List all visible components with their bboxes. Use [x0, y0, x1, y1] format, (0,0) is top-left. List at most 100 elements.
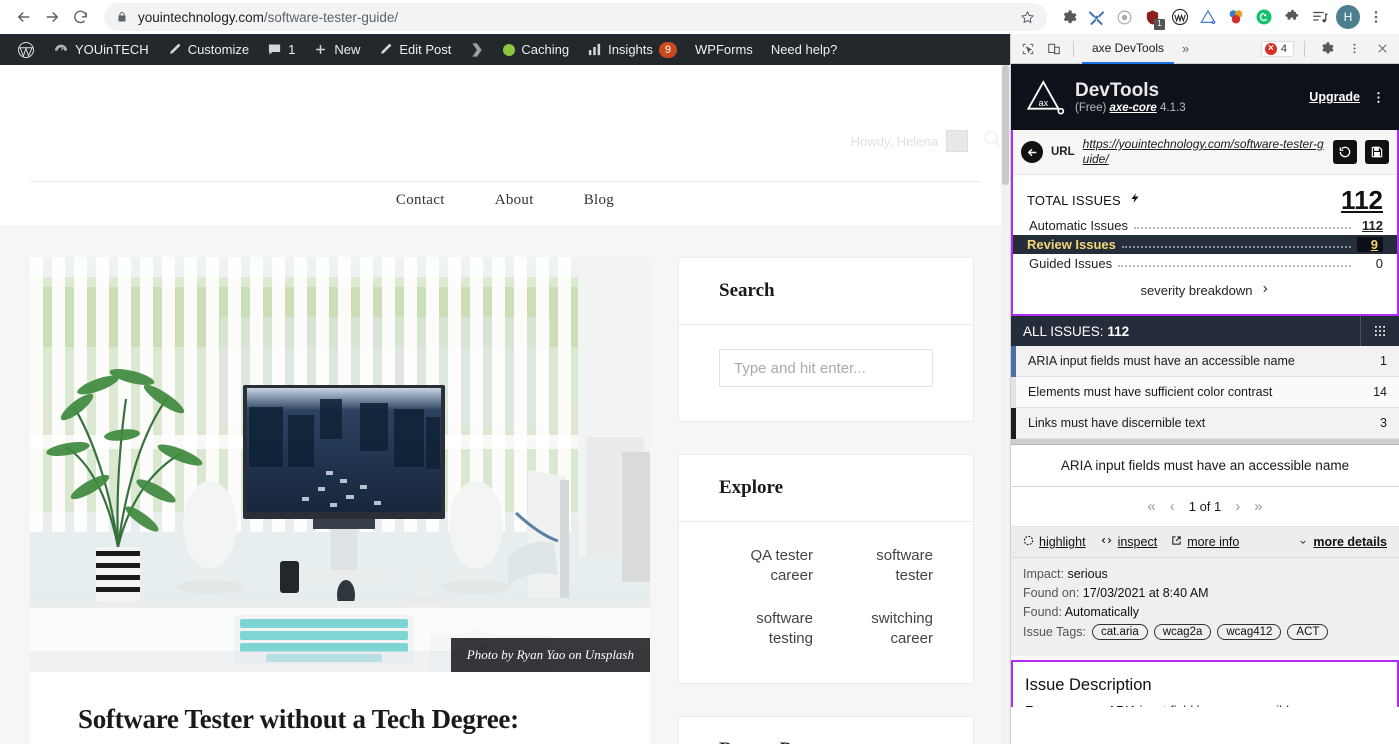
- issue-row[interactable]: Links must have discernible text 3: [1011, 407, 1399, 439]
- axe-core-version: 4.1.3: [1160, 102, 1186, 114]
- bookmark-star-icon[interactable]: [1012, 10, 1035, 25]
- scanned-url-link[interactable]: https://youintechnology.com/software-tes…: [1083, 137, 1325, 167]
- tab-axe-devtools[interactable]: axe DevTools: [1082, 34, 1175, 64]
- more-info-label: more info: [1187, 535, 1240, 549]
- toggle-device-toolbar-icon[interactable]: [1043, 38, 1065, 60]
- issue-row[interactable]: Elements must have sufficient color cont…: [1011, 376, 1399, 408]
- nav-item-blog[interactable]: Blog: [584, 192, 614, 209]
- address-bar[interactable]: youintechnology.com/software-tester-guid…: [104, 3, 1047, 31]
- issue-count: 14: [1373, 385, 1387, 399]
- nav-item-contact[interactable]: Contact: [396, 192, 445, 209]
- need-help-item[interactable]: Need help?: [762, 34, 847, 65]
- ublock-origin-extension-icon[interactable]: 1: [1139, 4, 1165, 30]
- more-details-button[interactable]: more details: [1298, 535, 1387, 549]
- more-details-label: more details: [1313, 535, 1387, 549]
- search-input[interactable]: [719, 349, 933, 387]
- gear-extension-icon[interactable]: [1055, 4, 1081, 30]
- need-help-label: Need help?: [770, 42, 838, 57]
- web-page-viewport: YOUinTECH Customize 1 New Edit Post Cach…: [0, 34, 1010, 744]
- grammarly-extension-icon[interactable]: [1251, 4, 1277, 30]
- axe-core-link[interactable]: axe-core: [1110, 102, 1157, 114]
- automatic-issues-row[interactable]: Automatic Issues 112: [1027, 216, 1383, 235]
- issue-tag[interactable]: ACT: [1287, 624, 1329, 640]
- devtools-kebab-menu-icon[interactable]: [1343, 38, 1365, 60]
- issue-metadata: Impact: serious Found on: 17/03/2021 at …: [1011, 558, 1399, 656]
- wpforms-item[interactable]: WPForms: [686, 34, 762, 65]
- back-icon[interactable]: [10, 3, 38, 31]
- code-icon: [1100, 535, 1113, 549]
- issue-tag[interactable]: cat.aria: [1092, 624, 1148, 640]
- chrome-menu-icon[interactable]: [1363, 4, 1389, 30]
- tag-link[interactable]: software testing: [719, 609, 813, 650]
- guided-issues-label: Guided Issues: [1029, 256, 1113, 271]
- reload-icon[interactable]: [66, 3, 94, 31]
- wp-logo-item[interactable]: [8, 34, 44, 65]
- page-scrollbar[interactable]: [1001, 65, 1010, 744]
- header-divider: [30, 181, 980, 182]
- issue-description-title: Issue Description: [1025, 676, 1152, 694]
- puzzle-extensions-icon[interactable]: [1279, 4, 1305, 30]
- highlight-button[interactable]: highlight: [1023, 535, 1086, 549]
- tag-link[interactable]: software tester: [839, 546, 933, 587]
- caching-status-item[interactable]: Caching: [494, 34, 578, 65]
- issue-description-panel: Issue Description Ensures every ARIA inp…: [1011, 660, 1399, 707]
- back-to-scans-icon[interactable]: [1021, 141, 1043, 163]
- tag-link[interactable]: switching career: [839, 609, 933, 650]
- browser-toolbar: youintechnology.com/software-tester-guid…: [0, 0, 1399, 34]
- issue-count: 3: [1380, 416, 1387, 430]
- profile-avatar[interactable]: H: [1335, 4, 1361, 30]
- inspect-element-icon[interactable]: [1017, 38, 1039, 60]
- more-info-button[interactable]: more info: [1171, 535, 1239, 549]
- page-scrollbar-thumb[interactable]: [1002, 65, 1009, 185]
- yoast-seo-icon[interactable]: [460, 34, 494, 65]
- wp-edit-post-item[interactable]: Edit Post: [369, 34, 460, 65]
- console-error-count[interactable]: × 4: [1260, 40, 1294, 57]
- grid-view-icon[interactable]: [1360, 316, 1387, 346]
- wave-extension-icon[interactable]: [1167, 4, 1193, 30]
- issue-tags-label: Issue Tags:: [1023, 625, 1087, 639]
- rescan-icon[interactable]: [1333, 140, 1357, 164]
- prev-page-icon[interactable]: ‹: [1170, 498, 1175, 515]
- insights-item[interactable]: Insights 9: [578, 34, 686, 65]
- page-indicator: 1 of 1: [1188, 499, 1222, 514]
- issue-list: ARIA input fields must have an accessibl…: [1011, 345, 1399, 439]
- wp-customize-item[interactable]: Customize: [158, 34, 258, 65]
- url-row: URL https://youintechnology.com/software…: [1013, 130, 1397, 175]
- more-tabs-icon[interactable]: »: [1178, 41, 1193, 56]
- wp-comments-item[interactable]: 1: [258, 34, 304, 65]
- tag-link[interactable]: QA tester career: [719, 546, 813, 587]
- devtools-settings-gear-icon[interactable]: [1315, 38, 1337, 60]
- inspect-button[interactable]: inspect: [1100, 535, 1157, 549]
- forward-icon[interactable]: [38, 3, 66, 31]
- guided-issues-row[interactable]: Guided Issues 0: [1027, 254, 1383, 273]
- save-scan-icon[interactable]: [1365, 140, 1389, 164]
- impact-row: Impact: serious: [1023, 567, 1387, 581]
- upgrade-link[interactable]: Upgrade: [1309, 90, 1360, 104]
- highlight-icon: [1023, 535, 1034, 549]
- close-devtools-icon[interactable]: [1371, 38, 1393, 60]
- tabbar-divider-2: [1304, 40, 1305, 57]
- wp-edit-post-label: Edit Post: [399, 42, 452, 57]
- issue-tag[interactable]: wcag412: [1217, 624, 1282, 640]
- leader-dots: [1134, 219, 1351, 229]
- axe-kebab-menu-icon[interactable]: [1372, 90, 1385, 105]
- last-page-icon[interactable]: »: [1254, 498, 1262, 515]
- nav-item-about[interactable]: About: [495, 192, 534, 209]
- review-issues-row[interactable]: Review Issues 9: [1013, 235, 1397, 254]
- howdy-greeting[interactable]: Howdy, Helena: [851, 130, 968, 152]
- playlist-extension-icon[interactable]: [1307, 4, 1333, 30]
- search-icon[interactable]: [982, 129, 1002, 154]
- issue-tag[interactable]: wcag2a: [1153, 624, 1212, 640]
- arc-toolkit-extension-icon[interactable]: [1195, 4, 1221, 30]
- severity-breakdown-link[interactable]: severity breakdown: [1027, 273, 1383, 304]
- wp-site-name-item[interactable]: YOUinTECH: [44, 34, 158, 65]
- colorzilla-extension-icon[interactable]: [1223, 4, 1249, 30]
- wp-new-item[interactable]: New: [304, 34, 369, 65]
- tools-extension-icon[interactable]: [1083, 4, 1109, 30]
- insights-label: Insights: [608, 42, 653, 57]
- issue-row[interactable]: ARIA input fields must have an accessibl…: [1011, 345, 1399, 377]
- first-page-icon[interactable]: «: [1147, 498, 1155, 515]
- target-extension-icon[interactable]: [1111, 4, 1137, 30]
- chevron-right-icon: [1260, 283, 1270, 298]
- next-page-icon[interactable]: ›: [1235, 498, 1240, 515]
